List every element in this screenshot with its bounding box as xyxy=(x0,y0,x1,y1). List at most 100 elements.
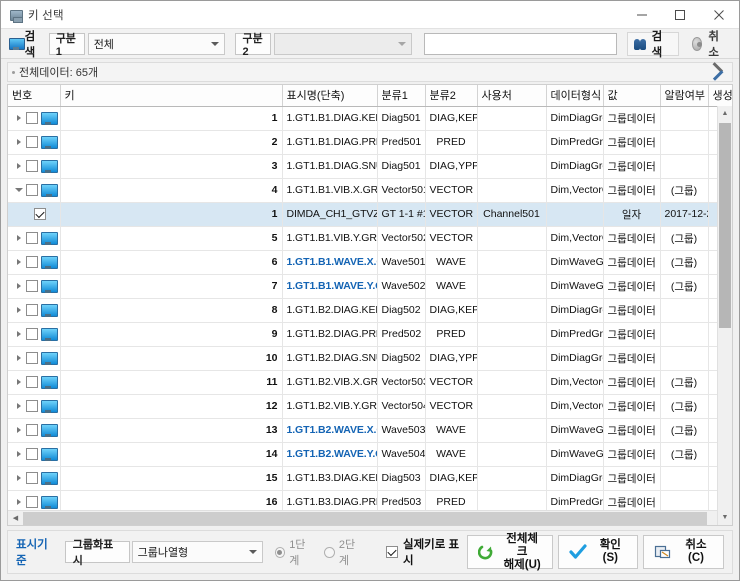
row-checkbox[interactable] xyxy=(25,304,38,316)
row-selector-cell[interactable] xyxy=(8,226,61,251)
radio-level2[interactable]: 2단계 xyxy=(324,536,364,568)
horizontal-scroll-thumb[interactable] xyxy=(23,511,707,525)
expand-collapse-icon[interactable] xyxy=(15,347,23,370)
expand-collapse-icon[interactable] xyxy=(15,491,23,511)
ok-button[interactable]: 확인(S) xyxy=(557,535,639,569)
table-row[interactable]: 21.GT1.B1.DIAG.PRED.GROUPPred501PRED DimP… xyxy=(8,130,732,155)
cancel-search-button[interactable]: 취소 xyxy=(685,31,735,59)
expand-collapse-icon[interactable] xyxy=(15,275,23,298)
row-selector-cell[interactable] xyxy=(8,250,61,275)
close-button[interactable] xyxy=(699,1,739,29)
row-checkbox[interactable] xyxy=(25,424,38,436)
expand-collapse-icon[interactable] xyxy=(15,467,23,490)
col-usage[interactable]: 사용처 xyxy=(477,85,547,107)
uncheck-all-button[interactable]: 전체체크 해제(U) xyxy=(466,533,553,571)
table-row[interactable]: 41.GT1.B1.VIB.X.GROUPVector501VECTOR Dim,… xyxy=(8,178,732,203)
table-row[interactable]: 61.GT1.B1.WAVE.X.GROUPWave501WAVE DimWave… xyxy=(8,250,732,275)
expand-collapse-icon[interactable] xyxy=(15,323,23,346)
gubun2-select[interactable] xyxy=(274,32,413,55)
row-selector-cell[interactable] xyxy=(8,298,61,323)
row-checkbox[interactable] xyxy=(25,328,38,340)
row-selector-cell[interactable] xyxy=(8,370,61,395)
row-checkbox[interactable] xyxy=(25,472,38,484)
row-selector-cell[interactable] xyxy=(8,130,61,155)
row-checkbox[interactable] xyxy=(25,160,38,172)
row-selector-cell[interactable] xyxy=(8,154,61,179)
table-row[interactable]: 51.GT1.B1.VIB.Y.GROUPVector502VECTOR Dim,… xyxy=(8,226,732,251)
col-display-name[interactable]: 표시명(단축) xyxy=(282,85,378,107)
row-selector-cell[interactable] xyxy=(8,490,61,511)
search-keyword-input[interactable] xyxy=(424,32,618,55)
expand-collapse-icon[interactable] xyxy=(15,443,23,466)
gubun1-label-button[interactable]: 구분1 xyxy=(48,32,85,58)
row-checkbox[interactable] xyxy=(25,232,38,244)
maximize-button[interactable] xyxy=(661,1,699,29)
col-value[interactable]: 값 xyxy=(603,85,661,107)
cancel-button[interactable]: 취소(C) xyxy=(643,535,725,569)
expand-collapse-icon[interactable] xyxy=(15,395,23,418)
row-checkbox[interactable] xyxy=(34,208,46,220)
expand-collapse-icon[interactable] xyxy=(15,299,23,322)
row-selector-cell[interactable] xyxy=(8,106,61,131)
gubun1-select[interactable]: 전체 xyxy=(87,32,226,55)
row-checkbox[interactable] xyxy=(26,184,38,196)
row-selector-cell[interactable] xyxy=(8,466,61,491)
real-key-checkbox[interactable]: 실제키로 표시 xyxy=(385,536,467,568)
row-checkbox[interactable] xyxy=(25,136,38,148)
expand-collapse-icon[interactable] xyxy=(15,107,23,130)
row-selector-cell[interactable] xyxy=(8,394,61,419)
tools-icon[interactable] xyxy=(710,64,728,80)
row-selector-cell[interactable] xyxy=(8,418,61,443)
col-no[interactable]: 번호 xyxy=(8,85,61,107)
scroll-left-arrow[interactable]: ◀ xyxy=(8,514,23,522)
minimize-button[interactable] xyxy=(623,1,661,29)
vertical-scrollbar[interactable]: ▲ ▼ xyxy=(717,106,732,525)
table-row[interactable]: 81.GT1.B2.DIAG.KEPCO.GROUPDiag502DIAG,KE… xyxy=(8,298,732,323)
col-alarm[interactable]: 알람여부 xyxy=(660,85,709,107)
row-selector-cell[interactable] xyxy=(8,442,61,467)
col-data-format[interactable]: 데이터형식 xyxy=(546,85,604,107)
table-row[interactable]: 91.GT1.B2.DIAG.PRED.GROUPPred502PRED DimP… xyxy=(8,322,732,347)
col-created[interactable]: 생성 xyxy=(708,85,732,107)
row-checkbox[interactable] xyxy=(25,280,38,292)
row-checkbox[interactable] xyxy=(25,400,38,412)
table-row[interactable]: 121.GT1.B2.VIB.Y.GROUPVector504VECTOR Dim… xyxy=(8,394,732,419)
vertical-scroll-thumb[interactable] xyxy=(719,123,731,328)
row-checkbox[interactable] xyxy=(25,376,38,388)
table-row[interactable]: 1DIMDA_CH1_GTVZ1001A_RDATEGT 1-1 #1X BEA… xyxy=(8,202,732,227)
horizontal-scrollbar[interactable]: ◀ ▶ xyxy=(8,510,732,525)
table-row[interactable]: 151.GT1.B3.DIAG.KEPCO.GROUPDiag503DIAG,K… xyxy=(8,466,732,491)
row-checkbox[interactable] xyxy=(25,496,38,508)
expand-collapse-icon[interactable] xyxy=(15,227,23,250)
scroll-down-arrow[interactable]: ▼ xyxy=(718,510,732,525)
col-category1[interactable]: 분류1 xyxy=(377,85,426,107)
expand-collapse-icon[interactable] xyxy=(15,251,23,274)
table-row[interactable]: 71.GT1.B1.WAVE.Y.GROUPWave502WAVE DimWave… xyxy=(8,274,732,299)
table-row[interactable]: 141.GT1.B2.WAVE.Y.GROUPWave504WAVE DimWav… xyxy=(8,442,732,467)
row-selector-cell[interactable] xyxy=(8,202,61,227)
search-button[interactable]: 검색 xyxy=(627,31,679,59)
table-row[interactable]: 111.GT1.B2.VIB.X.GROUPVector503VECTOR Dim… xyxy=(8,370,732,395)
col-key[interactable]: 키 xyxy=(60,85,283,107)
expand-collapse-icon[interactable] xyxy=(15,131,23,154)
list-type-select[interactable]: 그룹나열형 xyxy=(131,541,263,563)
table-row[interactable]: 131.GT1.B2.WAVE.X.GROUPWave503WAVE DimWav… xyxy=(8,418,732,443)
scroll-up-arrow[interactable]: ▲ xyxy=(718,106,732,121)
gubun2-label-button[interactable]: 구분2 xyxy=(235,32,272,58)
row-checkbox[interactable] xyxy=(25,448,38,460)
row-selector-cell[interactable] xyxy=(8,322,61,347)
row-selector-cell[interactable] xyxy=(8,274,61,299)
expand-collapse-icon-open[interactable] xyxy=(15,179,23,202)
table-row[interactable]: 11.GT1.B1.DIAG.KEPCO.GROUPDiag501DIAG,KE… xyxy=(8,106,732,131)
table-row[interactable]: 161.GT1.B3.DIAG.PRED.GROUPPred503PRED Dim… xyxy=(8,490,732,510)
table-row[interactable]: 31.GT1.B1.DIAG.SNU.GROUPDiag501DIAG,YPP D… xyxy=(8,154,732,179)
expand-collapse-icon[interactable] xyxy=(15,419,23,442)
expand-collapse-icon[interactable] xyxy=(15,155,23,178)
expand-collapse-icon[interactable] xyxy=(15,371,23,394)
radio-level1[interactable]: 1단계 xyxy=(274,536,315,568)
row-checkbox[interactable] xyxy=(25,256,38,268)
col-category2[interactable]: 분류2 xyxy=(425,85,478,107)
horizontal-scroll-track[interactable] xyxy=(23,511,717,526)
row-checkbox[interactable] xyxy=(25,352,38,364)
table-row[interactable]: 101.GT1.B2.DIAG.SNU.GROUPDiag502DIAG,YPP… xyxy=(8,346,732,371)
